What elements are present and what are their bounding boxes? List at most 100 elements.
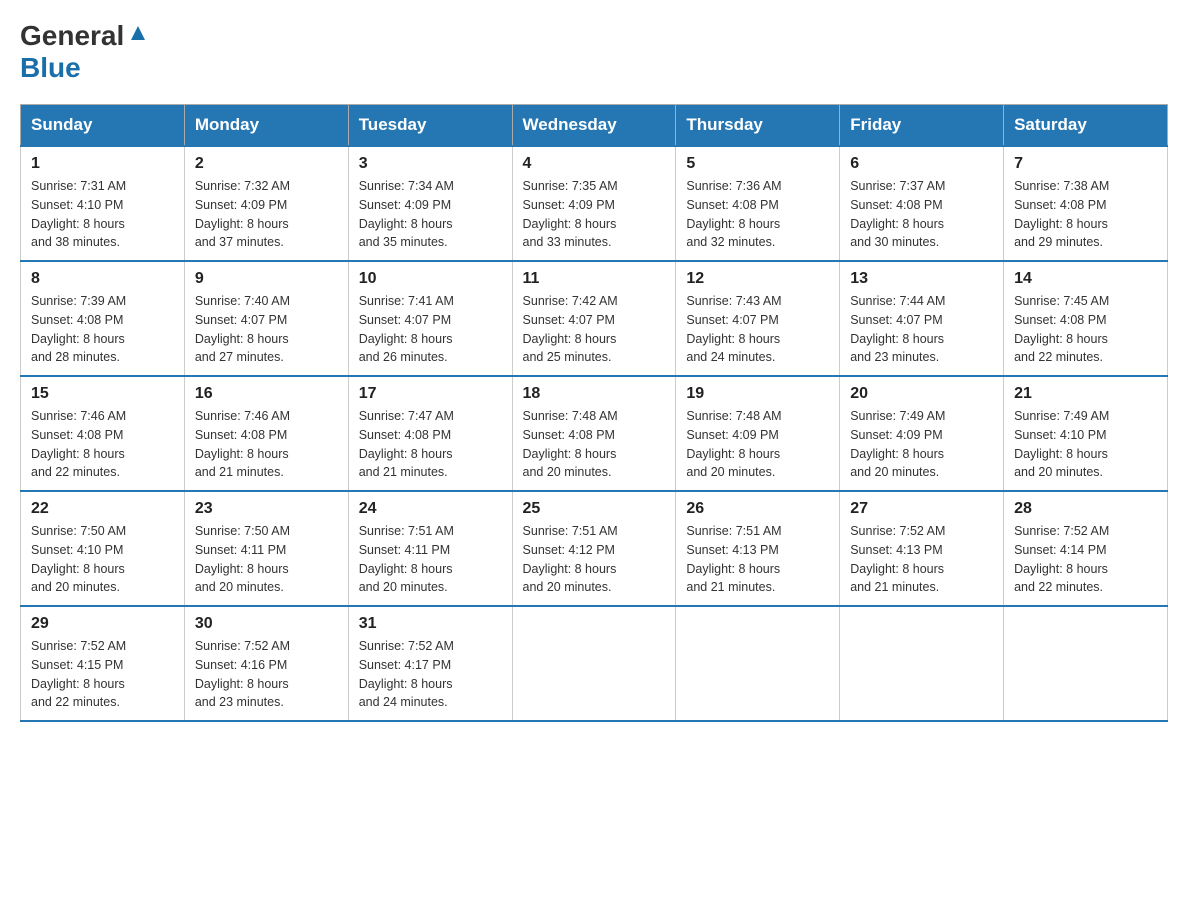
day-info: Sunrise: 7:39 AMSunset: 4:08 PMDaylight:… [31, 292, 174, 367]
day-info: Sunrise: 7:49 AMSunset: 4:09 PMDaylight:… [850, 407, 993, 482]
day-info: Sunrise: 7:52 AMSunset: 4:16 PMDaylight:… [195, 637, 338, 712]
day-info: Sunrise: 7:40 AMSunset: 4:07 PMDaylight:… [195, 292, 338, 367]
day-info: Sunrise: 7:38 AMSunset: 4:08 PMDaylight:… [1014, 177, 1157, 252]
calendar-cell: 4 Sunrise: 7:35 AMSunset: 4:09 PMDaylight… [512, 146, 676, 261]
day-number: 12 [686, 270, 829, 288]
calendar-cell: 13Sunrise: 7:44 AMSunset: 4:07 PMDayligh… [840, 261, 1004, 376]
calendar-cell: 16 Sunrise: 7:46 AMSunset: 4:08 PMDayligh… [184, 376, 348, 491]
calendar-week-row: 15Sunrise: 7:46 AMSunset: 4:08 PMDayligh… [21, 376, 1168, 491]
logo: General Blue [20, 20, 149, 84]
day-number: 22 [31, 500, 174, 518]
day-number: 26 [686, 500, 829, 518]
calendar-cell: 26 Sunrise: 7:51 AMSunset: 4:13 PMDayligh… [676, 491, 840, 606]
day-number: 23 [195, 500, 338, 518]
day-info: Sunrise: 7:50 AMSunset: 4:10 PMDaylight:… [31, 522, 174, 597]
day-number: 30 [195, 615, 338, 633]
day-info: Sunrise: 7:46 AMSunset: 4:08 PMDaylight:… [31, 407, 174, 482]
day-number: 9 [195, 270, 338, 288]
calendar-cell: 19 Sunrise: 7:48 AMSunset: 4:09 PMDayligh… [676, 376, 840, 491]
day-info: Sunrise: 7:41 AMSunset: 4:07 PMDaylight:… [359, 292, 502, 367]
day-number: 29 [31, 615, 174, 633]
day-number: 7 [1014, 155, 1157, 173]
day-number: 13 [850, 270, 993, 288]
day-header-thursday: Thursday [676, 105, 840, 147]
calendar-table: SundayMondayTuesdayWednesdayThursdayFrid… [20, 104, 1168, 722]
calendar-cell: 20 Sunrise: 7:49 AMSunset: 4:09 PMDayligh… [840, 376, 1004, 491]
calendar-cell: 8 Sunrise: 7:39 AMSunset: 4:08 PMDaylight… [21, 261, 185, 376]
calendar-cell: 27Sunrise: 7:52 AMSunset: 4:13 PMDayligh… [840, 491, 1004, 606]
calendar-cell: 3Sunrise: 7:34 AMSunset: 4:09 PMDaylight… [348, 146, 512, 261]
day-header-sunday: Sunday [21, 105, 185, 147]
calendar-cell: 10 Sunrise: 7:41 AMSunset: 4:07 PMDayligh… [348, 261, 512, 376]
day-number: 2 [195, 155, 338, 173]
calendar-cell: 5Sunrise: 7:36 AMSunset: 4:08 PMDaylight… [676, 146, 840, 261]
day-info: Sunrise: 7:35 AMSunset: 4:09 PMDaylight:… [523, 177, 666, 252]
day-number: 31 [359, 615, 502, 633]
calendar-cell: 30 Sunrise: 7:52 AMSunset: 4:16 PMDayligh… [184, 606, 348, 721]
calendar-week-row: 1 Sunrise: 7:31 AMSunset: 4:10 PMDaylight… [21, 146, 1168, 261]
day-info: Sunrise: 7:51 AMSunset: 4:11 PMDaylight:… [359, 522, 502, 597]
calendar-cell [840, 606, 1004, 721]
day-info: Sunrise: 7:47 AMSunset: 4:08 PMDaylight:… [359, 407, 502, 482]
calendar-cell: 23 Sunrise: 7:50 AMSunset: 4:11 PMDayligh… [184, 491, 348, 606]
calendar-cell: 24 Sunrise: 7:51 AMSunset: 4:11 PMDayligh… [348, 491, 512, 606]
calendar-cell: 29Sunrise: 7:52 AMSunset: 4:15 PMDayligh… [21, 606, 185, 721]
calendar-cell: 25Sunrise: 7:51 AMSunset: 4:12 PMDayligh… [512, 491, 676, 606]
day-info: Sunrise: 7:49 AMSunset: 4:10 PMDaylight:… [1014, 407, 1157, 482]
day-info: Sunrise: 7:48 AMSunset: 4:09 PMDaylight:… [686, 407, 829, 482]
day-info: Sunrise: 7:48 AMSunset: 4:08 PMDaylight:… [523, 407, 666, 482]
day-info: Sunrise: 7:52 AMSunset: 4:13 PMDaylight:… [850, 522, 993, 597]
calendar-cell [512, 606, 676, 721]
calendar-week-row: 8 Sunrise: 7:39 AMSunset: 4:08 PMDaylight… [21, 261, 1168, 376]
day-info: Sunrise: 7:52 AMSunset: 4:17 PMDaylight:… [359, 637, 502, 712]
calendar-cell: 14 Sunrise: 7:45 AMSunset: 4:08 PMDayligh… [1004, 261, 1168, 376]
calendar-cell [676, 606, 840, 721]
day-number: 18 [523, 385, 666, 403]
calendar-cell: 1 Sunrise: 7:31 AMSunset: 4:10 PMDaylight… [21, 146, 185, 261]
calendar-cell: 7 Sunrise: 7:38 AMSunset: 4:08 PMDaylight… [1004, 146, 1168, 261]
calendar-header-row: SundayMondayTuesdayWednesdayThursdayFrid… [21, 105, 1168, 147]
day-number: 4 [523, 155, 666, 173]
logo-general-text: General [20, 20, 124, 52]
calendar-cell: 17 Sunrise: 7:47 AMSunset: 4:08 PMDayligh… [348, 376, 512, 491]
day-header-monday: Monday [184, 105, 348, 147]
day-info: Sunrise: 7:31 AMSunset: 4:10 PMDaylight:… [31, 177, 174, 252]
calendar-week-row: 22 Sunrise: 7:50 AMSunset: 4:10 PMDayligh… [21, 491, 1168, 606]
calendar-cell: 21 Sunrise: 7:49 AMSunset: 4:10 PMDayligh… [1004, 376, 1168, 491]
calendar-cell: 12Sunrise: 7:43 AMSunset: 4:07 PMDayligh… [676, 261, 840, 376]
day-info: Sunrise: 7:37 AMSunset: 4:08 PMDaylight:… [850, 177, 993, 252]
calendar-cell [1004, 606, 1168, 721]
day-number: 1 [31, 155, 174, 173]
calendar-cell: 9 Sunrise: 7:40 AMSunset: 4:07 PMDaylight… [184, 261, 348, 376]
calendar-cell: 2 Sunrise: 7:32 AMSunset: 4:09 PMDaylight… [184, 146, 348, 261]
day-number: 10 [359, 270, 502, 288]
day-number: 24 [359, 500, 502, 518]
calendar-cell: 6 Sunrise: 7:37 AMSunset: 4:08 PMDaylight… [840, 146, 1004, 261]
day-info: Sunrise: 7:51 AMSunset: 4:12 PMDaylight:… [523, 522, 666, 597]
day-number: 20 [850, 385, 993, 403]
day-info: Sunrise: 7:32 AMSunset: 4:09 PMDaylight:… [195, 177, 338, 252]
calendar-cell: 15Sunrise: 7:46 AMSunset: 4:08 PMDayligh… [21, 376, 185, 491]
day-number: 16 [195, 385, 338, 403]
day-info: Sunrise: 7:46 AMSunset: 4:08 PMDaylight:… [195, 407, 338, 482]
day-header-wednesday: Wednesday [512, 105, 676, 147]
day-number: 19 [686, 385, 829, 403]
day-info: Sunrise: 7:51 AMSunset: 4:13 PMDaylight:… [686, 522, 829, 597]
day-info: Sunrise: 7:50 AMSunset: 4:11 PMDaylight:… [195, 522, 338, 597]
calendar-cell: 11 Sunrise: 7:42 AMSunset: 4:07 PMDayligh… [512, 261, 676, 376]
day-info: Sunrise: 7:42 AMSunset: 4:07 PMDaylight:… [523, 292, 666, 367]
day-header-saturday: Saturday [1004, 105, 1168, 147]
logo-blue-text: Blue [20, 52, 81, 83]
day-number: 14 [1014, 270, 1157, 288]
calendar-cell: 28Sunrise: 7:52 AMSunset: 4:14 PMDayligh… [1004, 491, 1168, 606]
day-number: 28 [1014, 500, 1157, 518]
day-number: 11 [523, 270, 666, 288]
day-number: 8 [31, 270, 174, 288]
day-number: 21 [1014, 385, 1157, 403]
day-info: Sunrise: 7:45 AMSunset: 4:08 PMDaylight:… [1014, 292, 1157, 367]
logo-arrow-icon [127, 22, 149, 49]
calendar-week-row: 29Sunrise: 7:52 AMSunset: 4:15 PMDayligh… [21, 606, 1168, 721]
day-header-tuesday: Tuesday [348, 105, 512, 147]
day-number: 6 [850, 155, 993, 173]
day-number: 17 [359, 385, 502, 403]
